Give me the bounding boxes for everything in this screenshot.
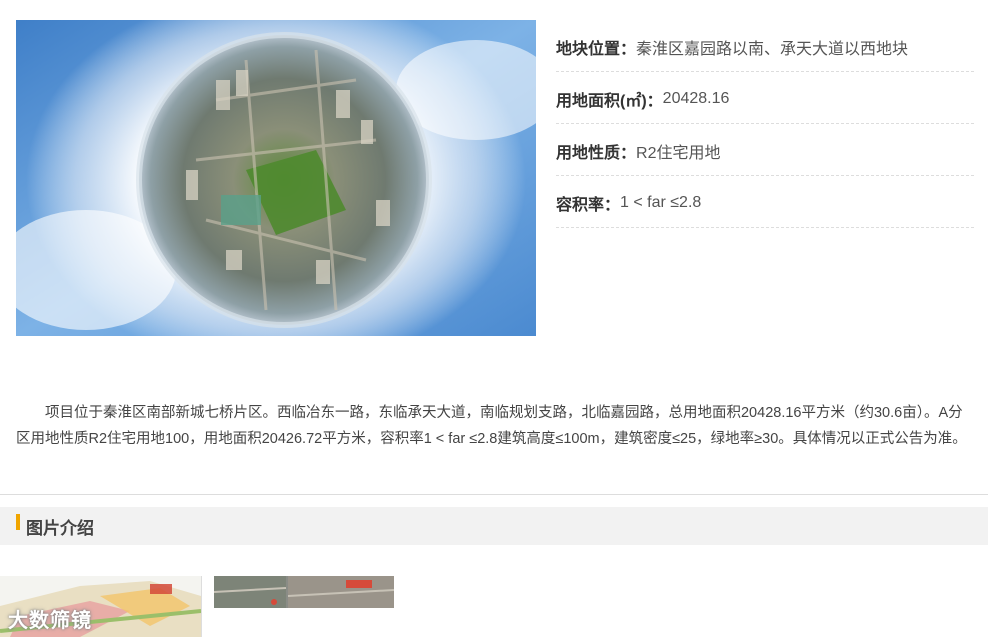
info-row-location: 地块位置： 秦淮区嘉园路以南、承天大道以西地块 — [556, 20, 974, 72]
section-header: 图片介绍 — [0, 507, 988, 545]
watermark-logo: 大数筛镜 — [8, 610, 92, 632]
section-title: 图片介绍 — [26, 518, 94, 538]
section-accent-bar — [16, 514, 20, 530]
aerial-photo — [16, 20, 536, 336]
info-value: 20428.16 — [662, 89, 730, 107]
info-row-far: 容积率： 1 < far ≤2.8 — [556, 176, 974, 228]
info-label: 容积率： — [556, 196, 621, 214]
info-label: 用地面积(㎡)： — [556, 92, 663, 110]
info-value: R2住宅用地 — [636, 144, 721, 162]
info-label: 用地性质： — [556, 144, 637, 162]
plot-info-list: 地块位置： 秦淮区嘉园路以南、承天大道以西地块 用地面积(㎡)： 20428.1… — [556, 20, 974, 228]
info-label: 地块位置： — [556, 40, 637, 58]
project-description: 项目位于秦淮区南部新城七桥片区。西临冶东一路，东临承天大道，南临规划支路，北临嘉… — [16, 405, 967, 447]
image-gallery — [0, 572, 988, 637]
gallery-thumbnail[interactable] — [214, 576, 394, 608]
info-row-land-use: 用地性质： R2住宅用地 — [556, 124, 974, 176]
info-row-area: 用地面积(㎡)： 20428.16 — [556, 72, 974, 124]
info-value: 秦淮区嘉园路以南、承天大道以西地块 — [636, 40, 909, 58]
divider — [0, 494, 988, 495]
info-value: 1 < far ≤2.8 — [620, 193, 702, 211]
